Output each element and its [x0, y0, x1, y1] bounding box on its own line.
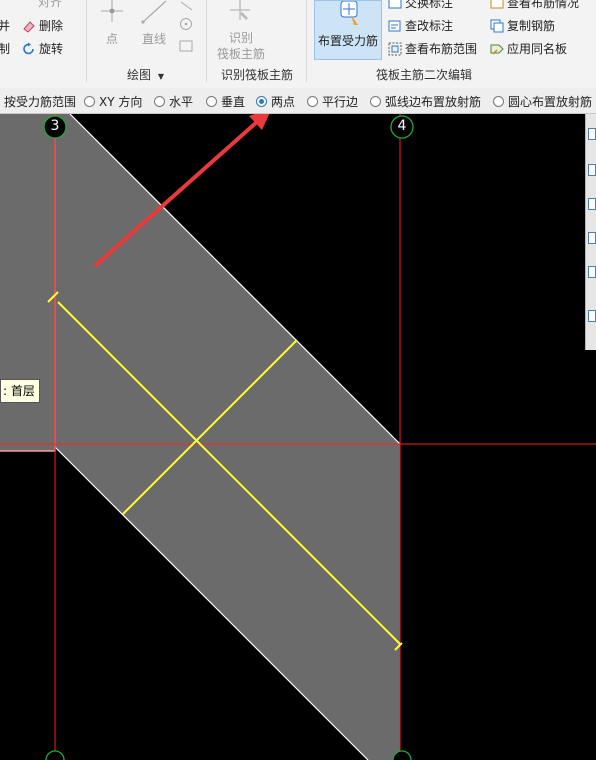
- slab-diagonal: [55, 114, 400, 760]
- shape-tools[interactable]: [178, 0, 196, 58]
- identify-icon: [226, 0, 254, 24]
- option-vertical[interactable]: 垂直: [206, 93, 245, 110]
- rotate-button[interactable]: 旋转: [22, 40, 63, 57]
- option-xy-direction[interactable]: XY 方向: [84, 93, 142, 110]
- point-label: 点: [106, 32, 119, 46]
- dropdown-arrow-icon: ▼: [157, 72, 164, 81]
- view-range-text: 查看布筋范围: [405, 42, 478, 56]
- option-horizontal[interactable]: 水平: [154, 93, 193, 110]
- panel-tool-icon[interactable]: [588, 310, 596, 322]
- line-label: 直线: [142, 32, 167, 46]
- group-separator: [86, 0, 87, 82]
- line-icon: [140, 0, 170, 24]
- edit-label-icon: [388, 20, 401, 31]
- radio-selected-icon[interactable]: [256, 96, 267, 107]
- eraser-icon: [23, 20, 35, 33]
- swap-label-button[interactable]: 交换标注: [388, 0, 453, 11]
- view-range-button[interactable]: 查看布筋范围: [388, 40, 477, 57]
- view-status-button[interactable]: 查看布筋情况: [490, 0, 579, 11]
- place-bar-icon: [340, 1, 358, 25]
- place-main-bar-button[interactable]: 布置受力筋: [314, 0, 382, 60]
- right-tool-panel: [585, 114, 596, 350]
- identify-label-line2: 筏板主筋: [216, 47, 265, 61]
- panel-tool-icon[interactable]: [588, 266, 596, 278]
- status-icon: [490, 0, 504, 8]
- secondary-group-label: 筏板主筋二次编辑: [376, 68, 473, 82]
- panel-tool-icon[interactable]: [588, 128, 596, 140]
- view-status-text: 查看布筋情况: [507, 0, 580, 10]
- axis-label-3: 3: [50, 118, 60, 134]
- merge-button[interactable]: 并: [0, 17, 10, 34]
- draw-group-label[interactable]: 绘图 ▼: [127, 66, 164, 83]
- radio-icon[interactable]: [307, 96, 318, 107]
- shape-icons: [179, 1, 193, 52]
- floor-tooltip: : 首层: [0, 379, 40, 403]
- panel-tool-icon[interactable]: [588, 164, 596, 176]
- option-parallel-edge[interactable]: 平行边: [307, 93, 358, 110]
- line-button[interactable]: 直线: [142, 30, 166, 47]
- swap-label-text: 交换标注: [405, 0, 454, 10]
- merge-label: 并: [0, 19, 11, 33]
- align-label: 对齐: [38, 0, 63, 9]
- axis-marker-bottom: [45, 750, 65, 760]
- range-option-label: 按受力筋范围: [4, 95, 77, 109]
- axis-label-4: 4: [397, 118, 407, 134]
- panel-tool-icon[interactable]: [588, 232, 596, 244]
- panel-tool-icon[interactable]: [588, 198, 596, 210]
- split-label: 制: [0, 42, 11, 56]
- split-button[interactable]: 制: [0, 40, 10, 57]
- option-two-points[interactable]: 两点: [256, 93, 295, 110]
- cad-drawing: [0, 114, 596, 760]
- apply-icon: [490, 44, 504, 55]
- radio-icon[interactable]: [493, 96, 504, 107]
- group-separator: [306, 0, 307, 82]
- option-center-radial[interactable]: 圆心布置放射筋: [493, 93, 592, 110]
- delete-button[interactable]: 删除: [22, 17, 63, 34]
- copy-bar-button[interactable]: 复制钢筋: [490, 17, 555, 34]
- copy-icon: [490, 19, 504, 32]
- copy-bar-text: 复制钢筋: [507, 19, 556, 33]
- rotate-icon: [23, 42, 34, 54]
- draw-options-bar: 按受力筋范围 XY 方向 水平 垂直 两点 平行边 弧线边布置放射筋 圆心布置放…: [0, 88, 596, 114]
- apply-same-text: 应用同名板: [507, 42, 568, 56]
- point-icon: [97, 0, 127, 24]
- radio-icon[interactable]: [84, 96, 95, 107]
- identify-button[interactable]: 识别 筏板主筋: [216, 30, 266, 62]
- point-button[interactable]: 点: [106, 30, 118, 47]
- radio-icon[interactable]: [206, 96, 217, 107]
- range-icon: [388, 42, 402, 55]
- swap-icon: [388, 0, 402, 8]
- check-label-text: 查改标注: [405, 19, 454, 33]
- radio-icon[interactable]: [154, 96, 165, 107]
- check-label-button[interactable]: 查改标注: [388, 17, 453, 34]
- apply-same-button[interactable]: 应用同名板: [490, 40, 567, 57]
- rotate-label: 旋转: [39, 42, 64, 56]
- group-separator: [206, 0, 207, 82]
- ribbon-toolbar: 对齐 并 删除 制 旋转 点 直线 绘图 ▼ 识别 筏板主筋 识别筏板主筋 布置…: [0, 0, 596, 89]
- option-arc-radial[interactable]: 弧线边布置放射筋: [370, 93, 481, 110]
- identify-label-line1: 识别: [228, 31, 253, 45]
- delete-label: 删除: [39, 19, 64, 33]
- place-main-bar-label: 布置受力筋: [317, 34, 378, 48]
- radio-icon[interactable]: [370, 96, 381, 107]
- identify-group-label: 识别筏板主筋: [221, 68, 294, 82]
- align-button[interactable]: 对齐: [38, 0, 62, 10]
- drawing-canvas[interactable]: 3 4 : 首层: [0, 114, 596, 760]
